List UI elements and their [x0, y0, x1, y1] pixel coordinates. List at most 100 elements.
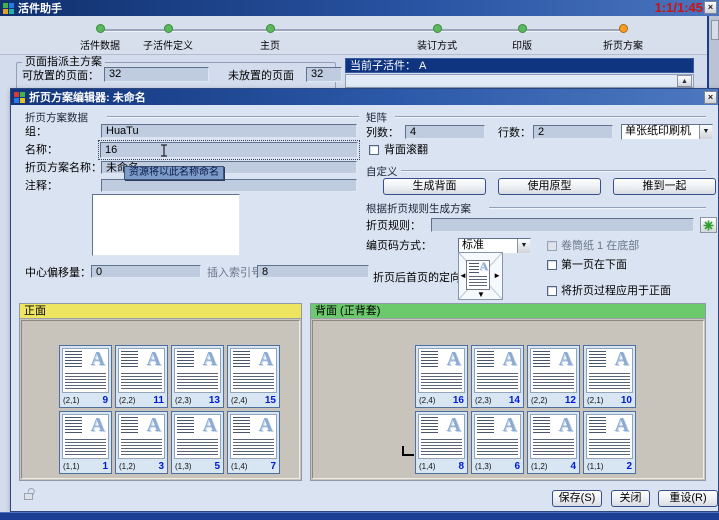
page-thumbnail[interactable]: A (1,3) 5 [171, 411, 224, 474]
page-thumbnail[interactable]: A (2,3) 14 [471, 345, 524, 408]
wizard-step-fold-scheme[interactable]: 折页方案 [603, 20, 643, 52]
wizard-step-master-page[interactable]: 主页 [260, 20, 280, 52]
page-thumbnail[interactable]: A (2,1) 9 [59, 345, 112, 408]
page-caption: (2,2) 12 [531, 394, 576, 406]
web-bottom-label: 卷筒纸 1 在底部 [561, 240, 639, 253]
columns-field[interactable]: 4 [405, 125, 485, 139]
wizard-step-binding[interactable]: 装订方式 [417, 20, 457, 52]
subjob-list[interactable] [345, 74, 694, 88]
page-preview: A [118, 348, 165, 393]
taskbar[interactable] [0, 512, 719, 520]
dialog-titlebar[interactable]: 折页方案编辑器: 未命名 [11, 89, 718, 105]
comment-textarea[interactable] [92, 194, 240, 256]
backflip-checkbox[interactable] [369, 145, 379, 155]
letter-a-logo: A [91, 414, 105, 437]
letter-a-logo: A [147, 348, 161, 371]
apply-fold-front-checkbox[interactable] [547, 286, 557, 296]
paging-mode-value: 标准 [459, 239, 517, 253]
page-thumbnail[interactable]: A (1,4) 8 [415, 411, 468, 474]
name-tooltip: 资源将以此名称命名 [124, 166, 224, 180]
page-thumbnail[interactable]: A (1,1) 2 [583, 411, 636, 474]
wizard-step-job-data[interactable]: 活件数据 [80, 20, 120, 52]
text-lines [469, 263, 479, 273]
press-dropdown[interactable]: 单张纸印刷机 ▼ [621, 124, 713, 140]
page-thumbnail[interactable]: A (1,2) 3 [115, 411, 168, 474]
text-lines [65, 417, 82, 434]
use-prototype-button[interactable]: 使用原型 [498, 178, 601, 195]
first-page-below-checkbox[interactable] [547, 260, 557, 270]
arrow-left-icon: ◄ [459, 272, 467, 280]
name-field[interactable]: 16 [100, 142, 358, 158]
page-coord: (2,1) [63, 396, 79, 405]
close-button[interactable]: 关闭 [611, 490, 650, 507]
center-offset-field[interactable]: 0 [91, 265, 201, 278]
dropdown-arrow-icon[interactable]: ▼ [517, 239, 530, 253]
background-window-edge[interactable] [707, 16, 719, 88]
placeable-pages-field[interactable]: 32 [104, 67, 209, 82]
web-bottom-checkbox[interactable] [547, 241, 557, 251]
push-together-button[interactable]: 推到一起 [613, 178, 716, 195]
page-preview: A [418, 414, 465, 459]
page-caption: (1,4) 7 [231, 460, 276, 472]
page-number: 3 [158, 461, 164, 472]
screen: 活件助手 1:1/1:45 × 活件数据 子活件定义 主页 装订方式 印版 折页… [0, 0, 719, 520]
page-coord: (1,2) [119, 462, 135, 471]
name-label: 名称： [25, 144, 58, 157]
page-preview: A [474, 348, 521, 393]
page-number: 4 [570, 461, 576, 472]
insert-index-field[interactable]: 8 [257, 265, 369, 278]
comment-field[interactable] [101, 179, 357, 192]
wizard-step-plate[interactable]: 印版 [512, 20, 532, 52]
page-preview: A [530, 414, 577, 459]
page-thumbnail[interactable]: A (1,3) 6 [471, 411, 524, 474]
rows-field[interactable]: 2 [533, 125, 613, 139]
page-thumbnail[interactable]: A (2,2) 12 [527, 345, 580, 408]
main-titlebar[interactable]: 活件助手 [0, 0, 719, 16]
main-close-icon[interactable]: × [704, 1, 717, 14]
page-thumbnail[interactable]: A (2,4) 16 [415, 345, 468, 408]
wizard-step-subjob-definition[interactable]: 子活件定义 [143, 20, 193, 52]
unplaced-pages-field[interactable]: 32 [306, 67, 342, 82]
text-lines [121, 439, 162, 455]
page-preview: A [174, 348, 221, 393]
green-star-icon [703, 220, 714, 231]
page-number: 7 [270, 461, 276, 472]
page-thumbnail[interactable]: A (2,4) 15 [227, 345, 280, 408]
scroll-up-icon[interactable]: ▲ [677, 75, 692, 87]
letter-a-logo: A [615, 348, 629, 371]
save-button[interactable]: 保存(S) [552, 490, 602, 507]
text-lines [533, 439, 574, 455]
page-thumbnail[interactable]: A (1,1) 1 [59, 411, 112, 474]
text-lines [121, 417, 138, 434]
add-rule-button[interactable] [700, 217, 717, 233]
page-thumbnail[interactable]: A (1,2) 4 [527, 411, 580, 474]
fold-rule-field[interactable] [431, 218, 694, 232]
front-panel-header: 正面 [20, 304, 301, 319]
dialog-close-icon[interactable]: × [704, 91, 717, 104]
page-coord: (2,1) [587, 396, 603, 405]
generate-back-button[interactable]: 生成背面 [383, 178, 486, 195]
back-panel-body: A (2,4) 16 A (2,3) 14 A (2,2) 12 A [312, 320, 704, 479]
step-dot-icon [266, 24, 275, 33]
fold-scheme-dialog: 折页方案编辑器: 未命名 × 折页方案数据 组： HuaTu 名称： 16 折页… [10, 88, 719, 512]
text-lines [177, 373, 218, 389]
orientation-button[interactable]: A ◄ ► ▼ [458, 252, 503, 300]
letter-a-logo: A [447, 414, 461, 437]
page-caption: (1,1) 1 [63, 460, 108, 472]
page-thumbnail[interactable]: A (2,2) 11 [115, 345, 168, 408]
page-caption: (2,2) 11 [119, 394, 164, 406]
text-lines [177, 351, 194, 368]
page-preview: A [62, 348, 109, 393]
comment-label: 注释： [25, 180, 58, 193]
background-window-widget [711, 20, 719, 40]
letter-a-logo: A [447, 348, 461, 371]
page-caption: (2,3) 14 [475, 394, 520, 406]
page-thumbnail[interactable]: A (2,1) 10 [583, 345, 636, 408]
page-thumbnail[interactable]: A (1,4) 7 [227, 411, 280, 474]
lock-open-icon[interactable] [23, 488, 37, 502]
dropdown-arrow-icon[interactable]: ▼ [699, 125, 712, 139]
group-field[interactable]: HuaTu [101, 124, 357, 138]
fold-rule-label: 折页规则： [366, 220, 421, 233]
page-thumbnail[interactable]: A (2,3) 13 [171, 345, 224, 408]
reset-button[interactable]: 重设(R) [658, 490, 718, 507]
